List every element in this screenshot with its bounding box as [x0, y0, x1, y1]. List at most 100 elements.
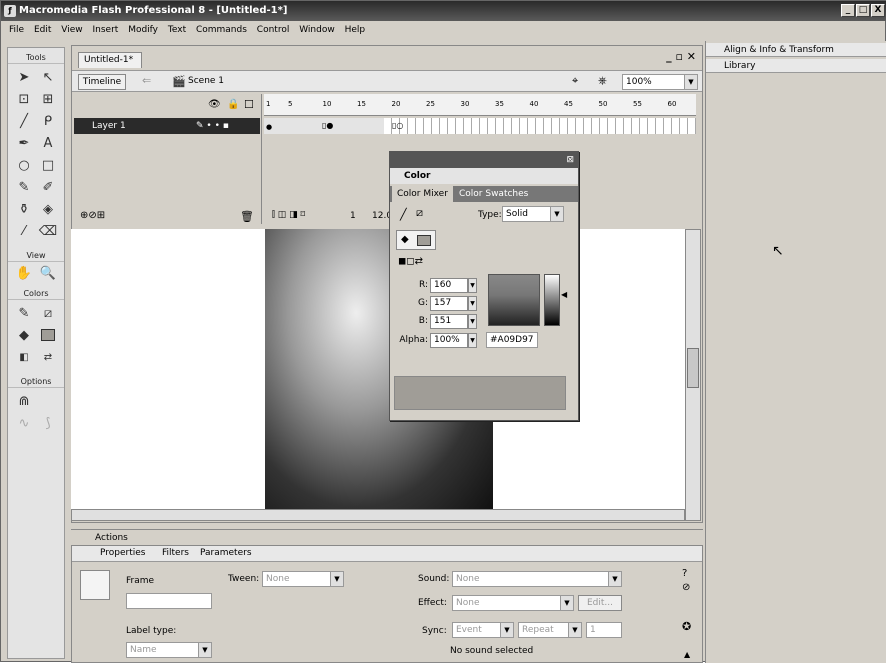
label-type-select[interactable]: Name ▼	[126, 642, 212, 658]
subselection-tool-icon[interactable]: ↖	[36, 66, 60, 88]
swap-colors-icon[interactable]: ⇄	[36, 346, 60, 368]
slider-pointer-icon[interactable]: ◀	[561, 290, 567, 299]
frame-name-input[interactable]	[126, 593, 212, 609]
add-layer-icons[interactable]: ⊕⊘⊞	[80, 210, 105, 221]
timeline-button[interactable]: Timeline	[78, 74, 126, 90]
brush-tool-icon[interactable]: ✐	[36, 176, 60, 198]
keyframe-icon[interactable]: ●	[266, 123, 272, 131]
lasso-tool-icon[interactable]: ᑭ	[36, 110, 60, 132]
library-panel-header[interactable]: Library	[706, 59, 886, 73]
stroke-color-icon[interactable]: ╱	[400, 208, 407, 221]
document-controls[interactable]: _ ▫ ✕	[666, 50, 696, 63]
menu-view[interactable]: View	[61, 25, 82, 35]
menu-insert[interactable]: Insert	[92, 25, 118, 35]
document-tab[interactable]: Untitled-1*	[78, 52, 142, 68]
close-button[interactable]: X	[871, 4, 885, 17]
chevron-down-icon[interactable]: ▼	[684, 75, 697, 89]
fill-color-control[interactable]: ◆	[396, 230, 436, 250]
black-white-icon[interactable]: ◧	[12, 346, 36, 368]
rectangle-tool-icon[interactable]: □	[36, 154, 60, 176]
chevron-down-icon[interactable]: ▼	[560, 596, 573, 610]
frame-track[interactable]: ● ▯● ▯○	[264, 118, 696, 134]
onion-skin-icons[interactable]: ⫿ ◫ ◨ ⌑	[272, 210, 305, 220]
chevron-down-icon[interactable]: ▼	[500, 623, 513, 637]
ink-bottle-icon[interactable]: ⚱	[12, 198, 36, 220]
horizontal-scrollbar[interactable]	[71, 509, 685, 521]
effect-select[interactable]: None ▼	[452, 595, 574, 611]
brightness-slider[interactable]	[544, 274, 560, 326]
menu-control[interactable]: Control	[257, 25, 290, 35]
pencil-tool-icon[interactable]: ✎	[12, 176, 36, 198]
edit-symbols-icon[interactable]: ⎈	[598, 74, 607, 88]
menu-window[interactable]: Window	[299, 25, 335, 35]
g-spinner[interactable]: ▼	[468, 296, 477, 311]
fill-color-icon[interactable]: ◆	[12, 324, 36, 346]
trash-icon[interactable]: 🗑	[240, 210, 254, 223]
repeat-count-input[interactable]: 1	[586, 622, 622, 638]
pen-tool-icon[interactable]: ✒	[12, 132, 36, 154]
sound-select[interactable]: None ▼	[452, 571, 622, 587]
menu-help[interactable]: Help	[345, 25, 366, 35]
edit-button[interactable]: Edit...	[578, 595, 622, 611]
menu-edit[interactable]: Edit	[34, 25, 51, 35]
r-spinner[interactable]: ▼	[468, 278, 477, 293]
chevron-down-icon[interactable]: ▼	[608, 572, 621, 586]
default-colors-icons[interactable]: ◼◻⇄	[398, 256, 423, 267]
lock-icon[interactable]: 🔒	[227, 99, 239, 110]
chevron-down-icon[interactable]: ▼	[550, 207, 563, 221]
chevron-down-icon[interactable]: ▼	[568, 623, 581, 637]
tab-color-mixer[interactable]: Color Mixer	[392, 186, 453, 202]
collapse-icon[interactable]: ▲	[684, 650, 690, 659]
back-arrow-icon[interactable]: ⇐	[142, 74, 151, 87]
layer-row[interactable]: Layer 1 ✎ • • ▪	[74, 118, 260, 134]
accessibility-icon[interactable]: ✪	[682, 620, 691, 633]
snap-magnet-icon[interactable]: ⋒	[12, 390, 36, 412]
zoom-select[interactable]: 100% ▼	[622, 74, 698, 90]
stroke-color-icon[interactable]: ✎	[12, 302, 36, 324]
b-spinner[interactable]: ▼	[468, 314, 477, 329]
fill-swatch[interactable]	[36, 324, 60, 346]
g-input[interactable]: 157	[430, 296, 468, 311]
line-tool-icon[interactable]: ╱	[12, 110, 36, 132]
tab-properties[interactable]: Properties	[100, 548, 145, 558]
align-panel-header[interactable]: Align & Info & Transform	[706, 43, 886, 57]
eyedropper-icon[interactable]: ⁄	[12, 220, 36, 242]
text-tool-icon[interactable]: A	[36, 132, 60, 154]
alpha-input[interactable]: 100%	[430, 333, 468, 348]
paint-bucket-icon[interactable]: ◈	[36, 198, 60, 220]
type-select[interactable]: Solid ▼	[502, 206, 564, 222]
minimize-button[interactable]: _	[841, 4, 855, 17]
stage-area[interactable]	[71, 229, 685, 509]
keyframe-icon[interactable]: ▯○	[392, 121, 403, 130]
tab-color-swatches[interactable]: Color Swatches	[454, 186, 533, 202]
scroll-thumb[interactable]	[687, 348, 699, 388]
scene-label[interactable]: Scene 1	[188, 76, 224, 86]
maximize-button[interactable]: □	[856, 4, 870, 17]
hand-tool-icon[interactable]: ✋	[12, 262, 36, 284]
outline-icon[interactable]: ☐	[244, 98, 254, 111]
eraser-icon[interactable]: ⌫	[36, 220, 60, 242]
color-picker-field[interactable]	[488, 274, 540, 326]
tab-parameters[interactable]: Parameters	[200, 548, 252, 558]
free-transform-icon[interactable]: ⊡	[12, 88, 36, 110]
repeat-select[interactable]: Repeat ▼	[518, 622, 582, 638]
b-input[interactable]: 151	[430, 314, 468, 329]
menu-text[interactable]: Text	[168, 25, 186, 35]
vertical-scrollbar[interactable]	[685, 229, 701, 521]
chevron-down-icon[interactable]: ▼	[330, 572, 343, 586]
tween-select[interactable]: None ▼	[262, 571, 344, 587]
gradient-transform-icon[interactable]: ⊞	[36, 88, 60, 110]
menu-commands[interactable]: Commands	[196, 25, 247, 35]
color-panel-close[interactable]: ⊠	[390, 152, 578, 168]
chevron-down-icon[interactable]: ▼	[198, 643, 211, 657]
menu-file[interactable]: File	[9, 25, 24, 35]
stroke-swatch-icon[interactable]: ⧄	[36, 302, 60, 324]
help-icon[interactable]: ?	[682, 568, 687, 579]
zoom-tool-icon[interactable]: 🔍	[36, 262, 60, 284]
edit-options-icon[interactable]: ⊘	[682, 582, 690, 593]
actions-panel-header[interactable]: Actions	[71, 529, 703, 545]
tab-filters[interactable]: Filters	[162, 548, 189, 558]
frame-ruler[interactable]: 1 5 10 15 20 25 30 35 40 45 50 55 60	[264, 94, 696, 116]
edit-scene-icon[interactable]: ⌖	[572, 74, 578, 88]
selection-tool-icon[interactable]: ➤	[12, 66, 36, 88]
